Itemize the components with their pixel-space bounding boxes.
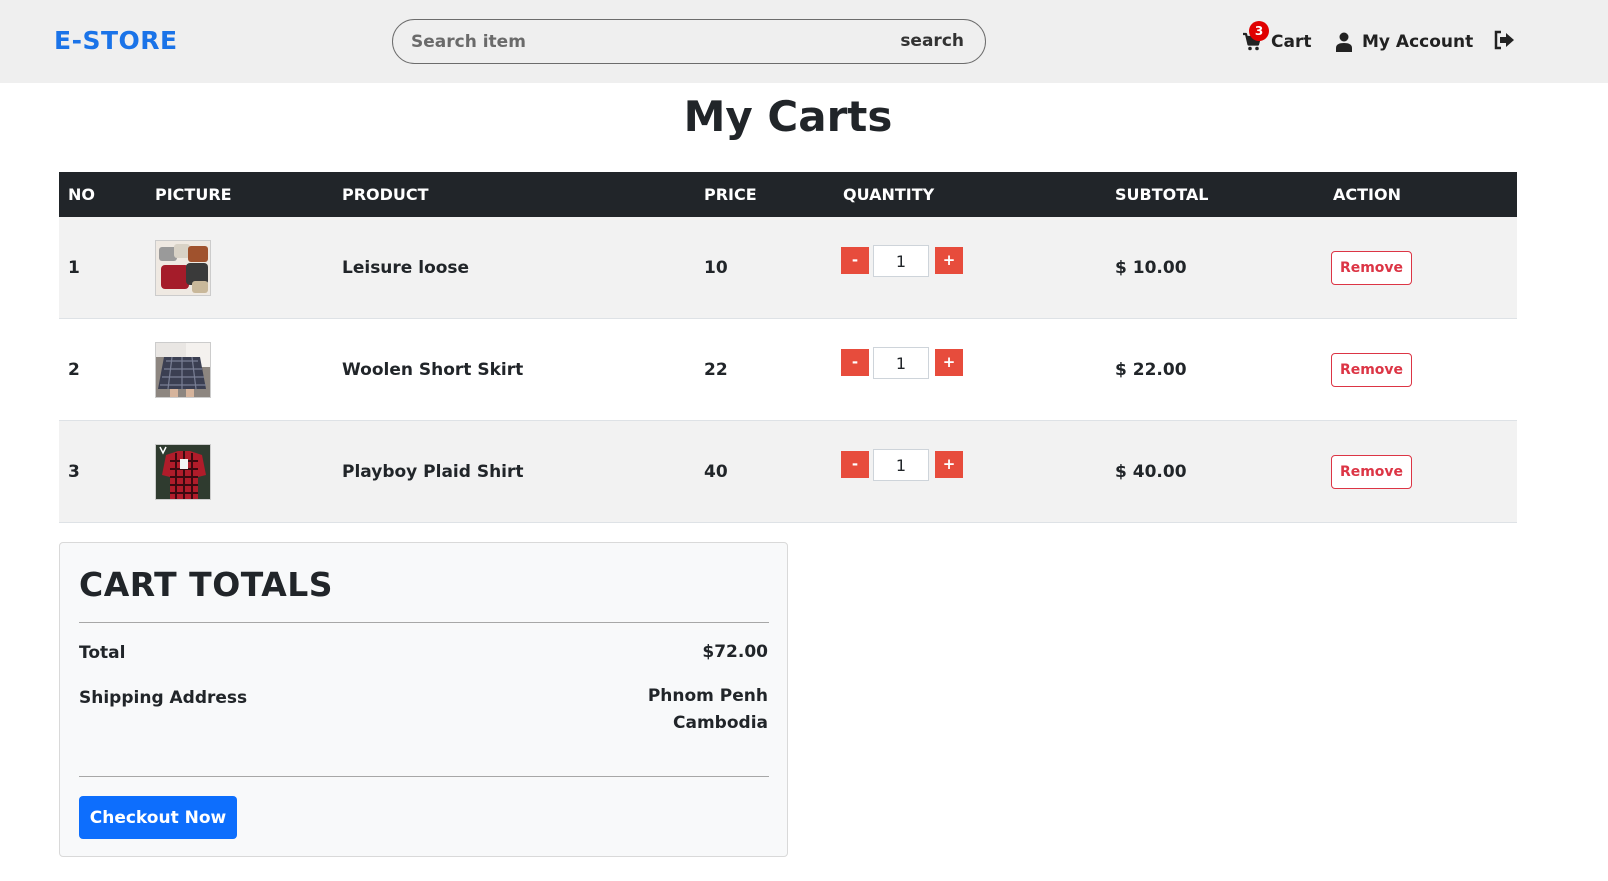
- account-label: My Account: [1362, 32, 1474, 52]
- cart-totals-card: CART TOTALS Total $72.00 Shipping Addres…: [59, 542, 788, 857]
- top-navbar: E-STORE search 3 Cart My Account: [0, 0, 1608, 83]
- divider: [79, 622, 769, 623]
- shipping-address-value: Phnom Penh Cambodia: [648, 683, 768, 737]
- user-icon: [1336, 32, 1352, 52]
- product-thumbnail: [155, 342, 211, 398]
- row-subtotal: $ 10.00: [1115, 258, 1187, 278]
- row-subtotal: $ 40.00: [1115, 462, 1187, 482]
- cart-table: NO PICTURE PRODUCT PRICE QUANTITY SUBTOT…: [59, 172, 1517, 523]
- remove-button[interactable]: Remove: [1331, 251, 1412, 285]
- quantity-increase-button[interactable]: +: [935, 451, 963, 478]
- table-row: 2 Woolen Short Skirt 22 - + $ 22.00 Remo…: [59, 319, 1517, 421]
- product-name[interactable]: Playboy Plaid Shirt: [342, 462, 524, 482]
- quantity-input[interactable]: [873, 347, 929, 379]
- nav-account-link[interactable]: My Account: [1335, 28, 1473, 56]
- header-no: NO: [68, 185, 95, 204]
- product-thumbnail: [155, 444, 211, 500]
- search-input[interactable]: [411, 30, 851, 54]
- nav-cart-link[interactable]: 3 Cart: [1242, 21, 1312, 56]
- header-subtotal: SUBTOTAL: [1115, 185, 1209, 204]
- product-price: 40: [704, 462, 728, 482]
- header-picture: PICTURE: [155, 185, 232, 204]
- row-number: 3: [68, 462, 80, 482]
- header-action: ACTION: [1333, 185, 1401, 204]
- sign-out-icon[interactable]: [1492, 28, 1516, 52]
- row-number: 2: [68, 360, 80, 380]
- page-title: My Carts: [683, 92, 893, 141]
- product-name[interactable]: Woolen Short Skirt: [342, 360, 523, 380]
- shipping-address-line2: Cambodia: [673, 713, 768, 733]
- header-quantity: QUANTITY: [843, 185, 935, 204]
- checkout-button[interactable]: Checkout Now: [79, 796, 237, 839]
- search-bar: search: [392, 19, 986, 64]
- remove-button[interactable]: Remove: [1331, 353, 1412, 387]
- total-value: $72.00: [702, 642, 768, 662]
- product-thumbnail: [155, 240, 211, 296]
- quantity-increase-button[interactable]: +: [935, 349, 963, 376]
- cart-label: Cart: [1271, 32, 1312, 52]
- product-price: 22: [704, 360, 728, 380]
- table-row: 3 Playboy Plaid Shirt 40 - + $ 40.00 Rem…: [59, 421, 1517, 523]
- quantity-decrease-button[interactable]: -: [841, 247, 869, 274]
- quantity-decrease-button[interactable]: -: [841, 349, 869, 376]
- header-product: PRODUCT: [342, 185, 429, 204]
- product-price: 10: [704, 258, 728, 278]
- quantity-increase-button[interactable]: +: [935, 247, 963, 274]
- quantity-decrease-button[interactable]: -: [841, 451, 869, 478]
- shipping-address-label: Shipping Address: [79, 688, 248, 708]
- cart-totals-title: CART TOTALS: [79, 565, 334, 604]
- row-number: 1: [68, 258, 80, 278]
- quantity-input[interactable]: [873, 449, 929, 481]
- brand-logo[interactable]: E-STORE: [54, 26, 178, 55]
- shipping-address-line1: Phnom Penh: [647, 686, 768, 706]
- search-button[interactable]: search: [900, 31, 964, 51]
- row-subtotal: $ 22.00: [1115, 360, 1187, 380]
- product-name[interactable]: Leisure loose: [342, 258, 469, 278]
- divider: [79, 776, 769, 777]
- total-label: Total: [79, 643, 126, 663]
- remove-button[interactable]: Remove: [1331, 455, 1412, 489]
- header-price: PRICE: [704, 185, 757, 204]
- table-row: 1 Leisure loose 10 - + $ 10.00 Remove: [59, 217, 1517, 319]
- table-header: NO PICTURE PRODUCT PRICE QUANTITY SUBTOT…: [59, 172, 1517, 217]
- quantity-input[interactable]: [873, 245, 929, 277]
- cart-count-badge: 3: [1249, 21, 1269, 41]
